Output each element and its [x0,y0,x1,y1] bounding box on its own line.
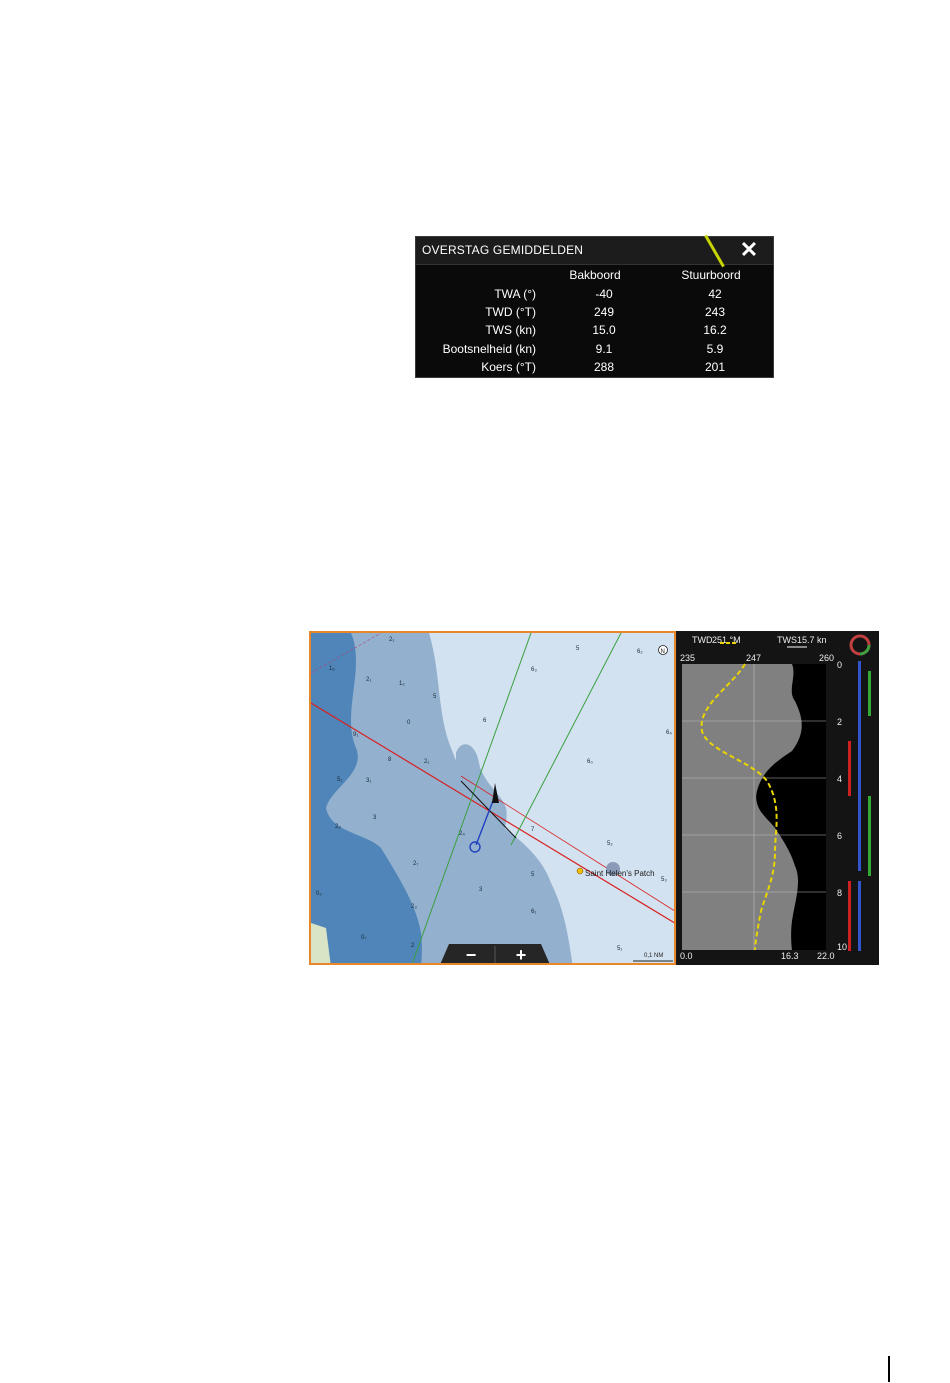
value-twa-port: -40 [595,287,613,301]
depth-sounding: 6₀ [587,759,593,765]
sailing-plot [682,634,871,951]
depth-sounding: 2₁ [424,759,429,765]
depth-sounding: 3₁ [366,778,371,784]
depth-sounding: 5₁ [617,946,622,952]
column-header-port: Bakboord [569,268,621,282]
close-icon[interactable]: ✕ [736,238,762,262]
tws-scale-max: 22.0 [817,951,835,961]
scale-label: 0,1 NM [644,953,663,959]
depth-sounding: 5₁ [337,777,342,783]
value-twd-starboard: 243 [704,305,726,319]
depth-sounding: 2₁ [366,677,371,683]
north-label: N [661,649,665,655]
value-tws-port: 15.0 [592,323,616,337]
chart-canvas[interactable]: Saint Helen's Patch 0,1 NM N 2₁1₆2₁1₂509… [311,633,676,965]
tws-scale-mid: 16.3 [781,951,799,961]
starboard-tack-bar-2 [868,796,871,876]
depth-scale-6: 6 [837,831,843,841]
depth-sounding: 5₃ [661,877,667,883]
value-boatspeed-starboard: 5.9 [706,342,724,356]
page-margin-bar [888,1356,890,1382]
chart-plotter-screen: Saint Helen's Patch 0,1 NM N 2₁ 1₆ 2₁ 1₂ 5 0 9… [309,631,879,965]
feature-label: Saint Helen's Patch [585,869,655,878]
depth-scale-0: 0 [837,660,843,670]
blue-bar-2 [858,881,861,951]
depth-scale-2: 2 [837,717,843,727]
row-label-tws: TWS (kn) [485,323,536,337]
sailing-history-panel: TWD 251 °M TWS 15.7 kn 235 247 260 0 2 4… [677,631,879,965]
depth-sounding: 5₂ [607,841,613,847]
depth-sounding: 1₂ [399,681,405,687]
zoom-out-button[interactable]: − [451,945,491,963]
depth-sounding: 2₃ [335,824,341,830]
depth-sounding: 1₆ [329,666,335,672]
depth-sounding: 2₄ [459,831,465,837]
buoy-icon [576,867,584,875]
depth-sounding: 0₇ [361,935,366,941]
value-course-port: 288 [593,360,615,374]
port-tack-bar-2 [848,881,851,951]
depth-sounding: 6₁ [531,909,536,915]
depth-scale-8: 8 [837,888,843,898]
depth-sounding: 9₁ [353,732,358,738]
dialog-title: OVERSTAG GEMIDDELDEN [422,243,584,257]
tws-scale-min: 0.0 [680,951,693,961]
value-twd-port: 249 [593,305,615,319]
starboard-tack-bar-1 [868,671,871,716]
depth-sounding: 2₃ [411,904,417,910]
port-tack-bar-1 [848,741,851,796]
value-tws-starboard: 16.2 [703,323,727,337]
blue-bar-1 [858,661,861,871]
value-boatspeed-port: 9.1 [595,342,613,356]
depth-sounding: 6₂ [637,649,643,655]
row-label-boatspeed: Bootsnelheid (kn) [442,342,536,356]
nautical-chart[interactable]: Saint Helen's Patch 0,1 NM N 2₁ 1₆ 2₁ 1₂ 5 0 9… [309,631,676,965]
depth-scale-10: 10 [837,942,848,952]
zoom-in-button[interactable]: + [501,945,541,963]
corner-accent [704,234,725,268]
depth-sounding: 2₇ [413,861,418,867]
depth-scale-4: 4 [837,774,843,784]
tack-averages-dialog: OVERSTAG GEMIDDELDEN ✕ Bakboord Stuurboo… [415,234,774,378]
value-course-starboard: 201 [704,360,726,374]
value-twa-starboard: 42 [708,287,722,301]
zoom-controls: − + [439,941,551,963]
row-label-twa: TWA (°) [494,287,536,301]
depth-sounding: 0₂ [316,891,322,897]
row-label-course: Koers (°T) [481,360,536,374]
row-label-twd: TWD (°T) [485,305,536,319]
depth-sounding: 2₁ [389,637,394,643]
column-header-starboard: Stuurboord [681,268,741,282]
depth-sounding: 6₃ [531,667,537,673]
depth-sounding: 6₄ [666,730,672,736]
dialog-titlebar: OVERSTAG GEMIDDELDEN ✕ [416,234,773,268]
